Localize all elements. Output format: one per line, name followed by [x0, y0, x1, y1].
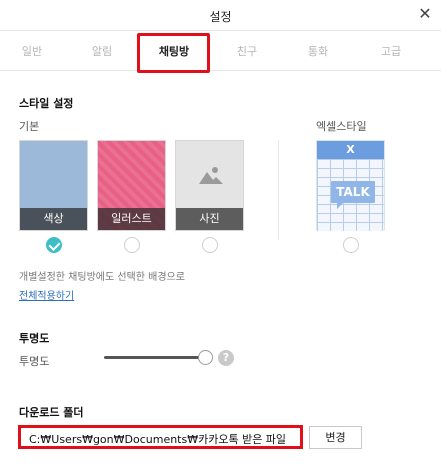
theme-color-caption: 색상 [20, 208, 87, 230]
theme-illustration-caption: 일러스트 [98, 208, 165, 230]
radio-excel-style[interactable] [343, 237, 359, 253]
tab-general[interactable]: 일반 [2, 43, 62, 59]
help-icon[interactable]: ? [218, 350, 234, 366]
theme-photo-option[interactable]: 사진 [175, 140, 244, 231]
change-folder-button[interactable]: 변경 [309, 426, 362, 449]
theme-illustration-option[interactable]: 일러스트 [97, 140, 166, 231]
download-folder-title: 다운로드 폴더 [19, 406, 84, 419]
radio-color[interactable] [46, 237, 62, 253]
close-icon[interactable]: ✕ [417, 6, 433, 22]
tab-friends[interactable]: 친구 [217, 43, 277, 59]
apply-all-link[interactable]: 전체적용하기 [19, 287, 74, 302]
apply-description: 개별설정한 채팅방에도 선택한 배경으로 [19, 272, 185, 283]
radio-photo[interactable] [202, 237, 218, 253]
excel-icon: X [317, 141, 384, 159]
theme-color-option[interactable]: 색상 [19, 140, 88, 231]
download-path-field[interactable]: C:₩Users₩gon₩Documents₩카카오톡 받은 파일 [18, 425, 303, 449]
image-icon [199, 167, 223, 184]
theme-photo-caption: 사진 [176, 208, 243, 230]
basic-label: 기본 [19, 120, 40, 133]
style-settings-title: 스타일 설정 [19, 97, 74, 110]
tab-notifications[interactable]: 알림 [72, 43, 132, 59]
transparency-slider-thumb[interactable] [198, 350, 213, 365]
transparency-label: 투명도 [19, 355, 50, 368]
tab-calls[interactable]: 통화 [288, 43, 348, 59]
section-divider [278, 140, 279, 240]
tab-chatroom[interactable]: 채팅방 [144, 43, 204, 59]
settings-tabs: 일반 알림 채팅방 친구 통화 고급 [0, 31, 441, 71]
title-bar: 설정 ✕ [0, 0, 441, 31]
transparency-title: 투명도 [19, 332, 50, 345]
excel-style-option[interactable]: X TALK [316, 140, 385, 231]
tab-advanced[interactable]: 고급 [361, 43, 421, 59]
window-title: 설정 [209, 10, 232, 24]
transparency-slider-track[interactable] [104, 356, 208, 359]
talk-bubble: TALK [331, 181, 375, 209]
excel-style-label: 엑셀스타일 [316, 120, 367, 133]
radio-illustration[interactable] [124, 237, 140, 253]
